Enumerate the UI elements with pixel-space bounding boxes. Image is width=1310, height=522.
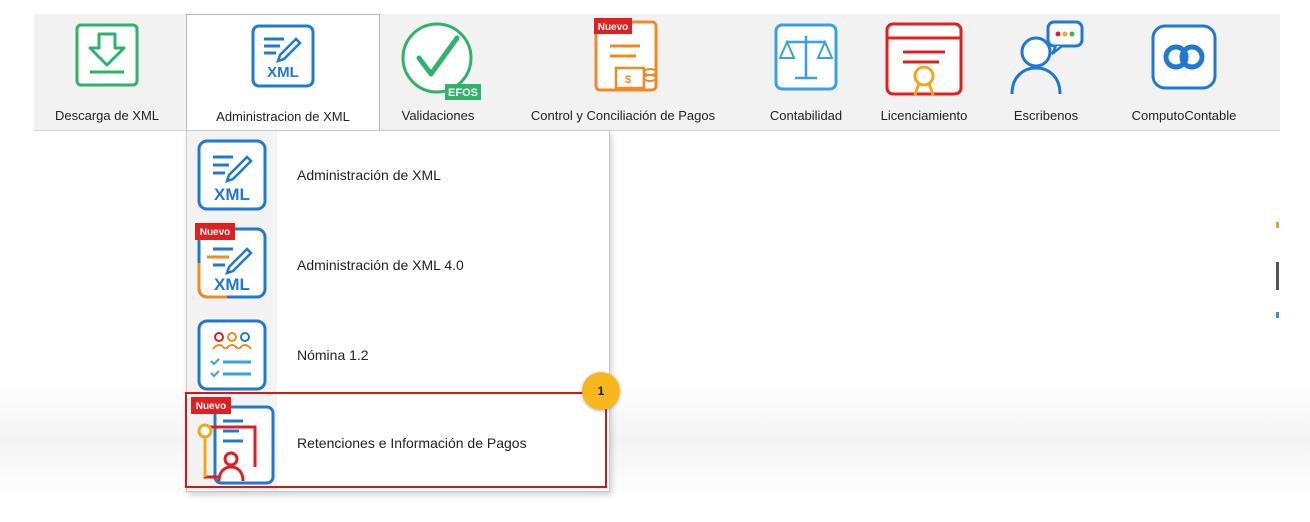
- nuevo-badge: Nuevo: [200, 227, 231, 238]
- toolbar-button-control-pagos[interactable]: $ Nuevo Control y Conciliación de Pagos: [498, 14, 748, 130]
- toolbar-label: Administracion de XML: [216, 109, 350, 124]
- nuevo-badge: Nuevo: [598, 22, 629, 33]
- xml-icon-text: XML: [214, 185, 250, 204]
- toolbar-button-contabilidad[interactable]: Contabilidad: [754, 14, 858, 130]
- toolbar-button-computocontable[interactable]: ComputoContable: [1104, 14, 1264, 130]
- certificate-icon: [885, 22, 963, 96]
- ribbon-toolbar: Descarga de XML XML Administracion de XM…: [34, 14, 1280, 132]
- xml-edit-icon: XML Nuevo: [195, 223, 267, 299]
- svg-text:$: $: [625, 74, 631, 86]
- toolbar-label: Descarga de XML: [54, 108, 160, 123]
- xml-edit-icon: XML: [251, 24, 315, 88]
- chat-user-icon: [1010, 20, 1084, 95]
- toolbar-label: Validaciones: [401, 108, 475, 123]
- xml-icon-text: XML: [214, 275, 250, 294]
- toolbar-button-validaciones[interactable]: EFOS Validaciones: [384, 14, 492, 130]
- annotation-highlight-box: [185, 392, 607, 488]
- menu-item-nomina-12[interactable]: Nómina 1.2: [187, 311, 609, 399]
- toolbar-button-escribenos[interactable]: Escribenos: [994, 14, 1098, 130]
- scales-icon: [774, 23, 838, 91]
- toolbar-button-licenciamiento[interactable]: Licenciamiento: [862, 14, 986, 130]
- payroll-icon: [197, 319, 267, 391]
- menu-item-administracion-xml[interactable]: XML Administración de XML: [187, 131, 609, 219]
- toolbar-label: Escribenos: [1013, 108, 1079, 123]
- toolbar-button-administracion-xml[interactable]: XML Administracion de XML: [186, 14, 380, 132]
- toolbar-label: Contabilidad: [769, 108, 843, 123]
- download-icon: [75, 23, 139, 87]
- toolbar-label: ComputoContable: [1131, 108, 1237, 123]
- xml-edit-icon: XML: [197, 139, 267, 211]
- efos-badge: EFOS: [448, 87, 478, 99]
- menu-item-administracion-xml-40[interactable]: XML Nuevo Administración de XML 4.0: [187, 221, 609, 309]
- payments-doc-icon: $ Nuevo: [594, 18, 658, 92]
- check-circle-icon: EFOS: [401, 22, 481, 100]
- logo-icon: [1151, 24, 1217, 90]
- edge-fragment: [1276, 222, 1279, 228]
- toolbar-button-descarga-xml[interactable]: Descarga de XML: [34, 14, 180, 130]
- toolbar-label: Control y Conciliación de Pagos: [530, 108, 716, 123]
- toolbar-label: Licenciamiento: [880, 108, 968, 123]
- menu-item-label: Nómina 1.2: [297, 347, 369, 363]
- svg-text:XML: XML: [267, 64, 299, 81]
- annotation-step-badge: 1: [582, 372, 620, 410]
- menu-item-label: Administración de XML: [297, 167, 441, 183]
- menu-item-label: Administración de XML 4.0: [297, 257, 464, 273]
- edge-fragment: [1276, 262, 1279, 290]
- edge-fragment: [1276, 312, 1279, 318]
